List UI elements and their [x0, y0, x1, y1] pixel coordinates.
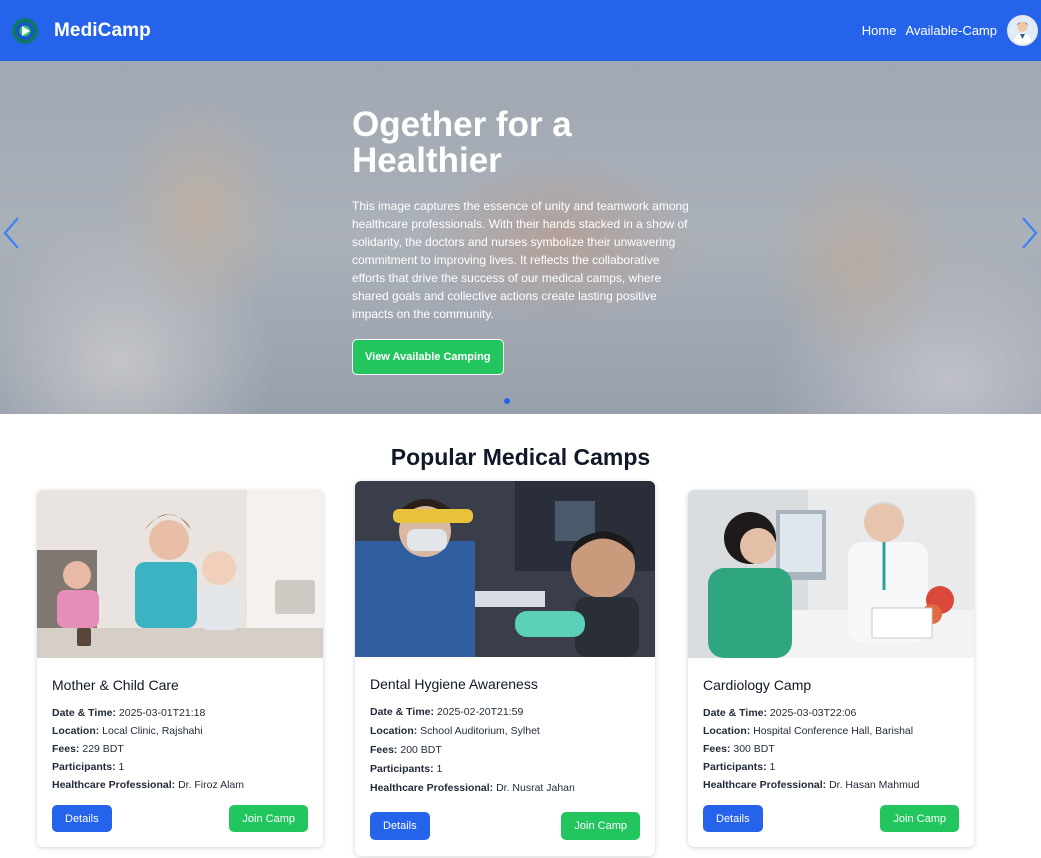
nav-links: Home Available-Camp	[853, 0, 997, 61]
datetime-label: Date & Time:	[52, 707, 116, 719]
fees-value: 200 BDT	[400, 744, 442, 756]
camp-card: Dental Hygiene Awareness Date & Time: 20…	[355, 481, 655, 856]
fees-label: Fees:	[370, 744, 398, 756]
participants-label: Participants:	[703, 761, 767, 773]
camp-fees: Fees: 200 BDT	[370, 741, 640, 760]
camp-image	[355, 481, 655, 657]
camp-location: Location: Hospital Conference Hall, Bari…	[703, 722, 959, 740]
participants-label: Participants:	[370, 763, 434, 775]
professional-label: Healthcare Professional:	[52, 779, 176, 791]
datetime-label: Date & Time:	[370, 706, 434, 718]
datetime-value: 2025-02-20T21:59	[436, 706, 524, 718]
fees-label: Fees:	[703, 743, 731, 755]
camp-datetime: Date & Time: 2025-03-03T22:06	[703, 704, 959, 722]
camp-card: Cardiology Camp Date & Time: 2025-03-03T…	[688, 490, 974, 847]
participants-label: Participants:	[52, 761, 116, 773]
camp-image	[37, 490, 323, 658]
camp-participants: Participants: 1	[52, 758, 308, 776]
user-avatar[interactable]	[1007, 15, 1038, 46]
participants-value: 1	[118, 761, 125, 773]
professional-label: Healthcare Professional:	[703, 779, 827, 791]
navbar: MediCamp Home Available-Camp	[0, 0, 1041, 61]
location-value: School Auditorium, Sylhet	[420, 725, 540, 737]
camp-professional: Healthcare Professional: Dr. Hasan Mahmu…	[703, 776, 959, 794]
location-label: Location:	[52, 725, 100, 737]
participants-value: 1	[769, 761, 776, 773]
carousel-dot[interactable]	[504, 398, 510, 404]
nav-link-home[interactable]: Home	[862, 23, 897, 38]
camp-datetime: Date & Time: 2025-03-01T21:18	[52, 704, 308, 722]
view-available-camping-button[interactable]: View Available Camping	[352, 339, 504, 375]
carousel-prev-icon[interactable]	[2, 216, 22, 250]
camp-professional: Healthcare Professional: Dr. Firoz Alam	[52, 776, 308, 794]
carousel-next-icon[interactable]	[1019, 216, 1039, 250]
hero-description: This image captures the essence of unity…	[352, 199, 689, 321]
join-camp-button[interactable]: Join Camp	[229, 805, 308, 832]
details-button[interactable]: Details	[703, 805, 763, 832]
section-title: Popular Medical Camps	[390, 444, 651, 470]
camp-title: Cardiology Camp	[703, 677, 812, 693]
fees-label: Fees:	[52, 743, 80, 755]
participants-value: 1	[436, 763, 443, 775]
camp-fees: Fees: 300 BDT	[703, 740, 959, 758]
location-label: Location:	[703, 725, 751, 737]
camp-location: Location: School Auditorium, Sylhet	[370, 722, 640, 741]
camp-professional: Healthcare Professional: Dr. Nusrat Jaha…	[370, 779, 640, 798]
hero-content: Ogether for a Healthier This image captu…	[352, 107, 692, 375]
location-value: Hospital Conference Hall, Barishal	[753, 725, 914, 737]
datetime-label: Date & Time:	[703, 707, 767, 719]
brand-name: MediCamp	[54, 19, 151, 41]
camp-fees: Fees: 229 BDT	[52, 740, 308, 758]
camp-image	[688, 490, 974, 658]
professional-value: Dr. Nusrat Jahan	[496, 782, 575, 794]
camp-datetime: Date & Time: 2025-02-20T21:59	[370, 703, 640, 722]
camp-participants: Participants: 1	[703, 758, 959, 776]
datetime-value: 2025-03-01T21:18	[118, 707, 206, 719]
datetime-value: 2025-03-03T22:06	[769, 707, 857, 719]
location-value: Local Clinic, Rajshahi	[102, 725, 203, 737]
join-camp-button[interactable]: Join Camp	[880, 805, 959, 832]
fees-value: 300 BDT	[733, 743, 775, 755]
nav-link-available-camp[interactable]: Available-Camp	[905, 23, 997, 38]
fees-value: 229 BDT	[82, 743, 124, 755]
location-label: Location:	[370, 725, 418, 737]
hero-title: Ogether for a Healthier	[352, 105, 572, 180]
details-button[interactable]: Details	[52, 805, 112, 832]
medicamp-logo-icon	[12, 17, 38, 44]
camp-location: Location: Local Clinic, Rajshahi	[52, 722, 308, 740]
hero-carousel: Ogether for a Healthier This image captu…	[0, 61, 1041, 414]
camp-card: Mother & Child Care Date & Time: 2025-03…	[37, 490, 323, 847]
professional-value: Dr. Hasan Mahmud	[829, 779, 920, 791]
brand[interactable]: MediCamp	[12, 17, 151, 44]
camp-title: Mother & Child Care	[52, 677, 179, 693]
professional-value: Dr. Firoz Alam	[178, 779, 244, 791]
join-camp-button[interactable]: Join Camp	[561, 812, 640, 840]
camp-participants: Participants: 1	[370, 760, 640, 779]
professional-label: Healthcare Professional:	[370, 782, 494, 794]
camp-title: Dental Hygiene Awareness	[370, 676, 538, 692]
details-button[interactable]: Details	[370, 812, 430, 840]
